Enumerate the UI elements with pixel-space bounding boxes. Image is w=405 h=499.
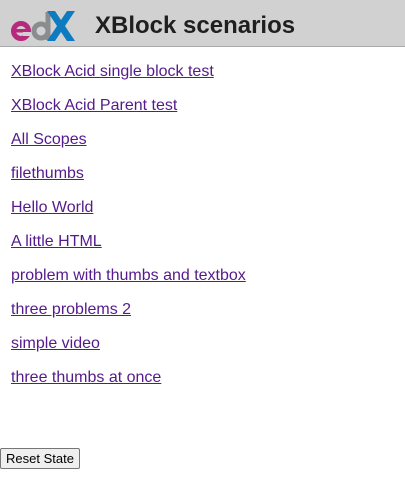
scenario-link-acid-single[interactable]: XBlock Acid single block test: [11, 62, 246, 96]
edx-logo: [11, 11, 75, 41]
scenario-link-all-scopes[interactable]: All Scopes: [11, 130, 246, 164]
scenario-list: XBlock Acid single block test XBlock Aci…: [11, 62, 246, 402]
scenario-link-three-thumbs[interactable]: three thumbs at once: [11, 368, 246, 402]
page-title: XBlock scenarios: [95, 12, 296, 39]
reset-state-button[interactable]: Reset State: [0, 448, 80, 469]
scenario-link-hello-world[interactable]: Hello World: [11, 198, 246, 232]
scenario-link-three-problems[interactable]: three problems 2: [11, 300, 246, 334]
page-header: XBlock scenarios: [0, 0, 405, 47]
scenario-link-filethumbs[interactable]: filethumbs: [11, 164, 246, 198]
scenario-link-problem-thumbs-textbox[interactable]: problem with thumbs and textbox: [11, 266, 246, 300]
scenario-link-little-html[interactable]: A little HTML: [11, 232, 246, 266]
scenario-link-acid-parent[interactable]: XBlock Acid Parent test: [11, 96, 246, 130]
scenario-link-simple-video[interactable]: simple video: [11, 334, 246, 368]
